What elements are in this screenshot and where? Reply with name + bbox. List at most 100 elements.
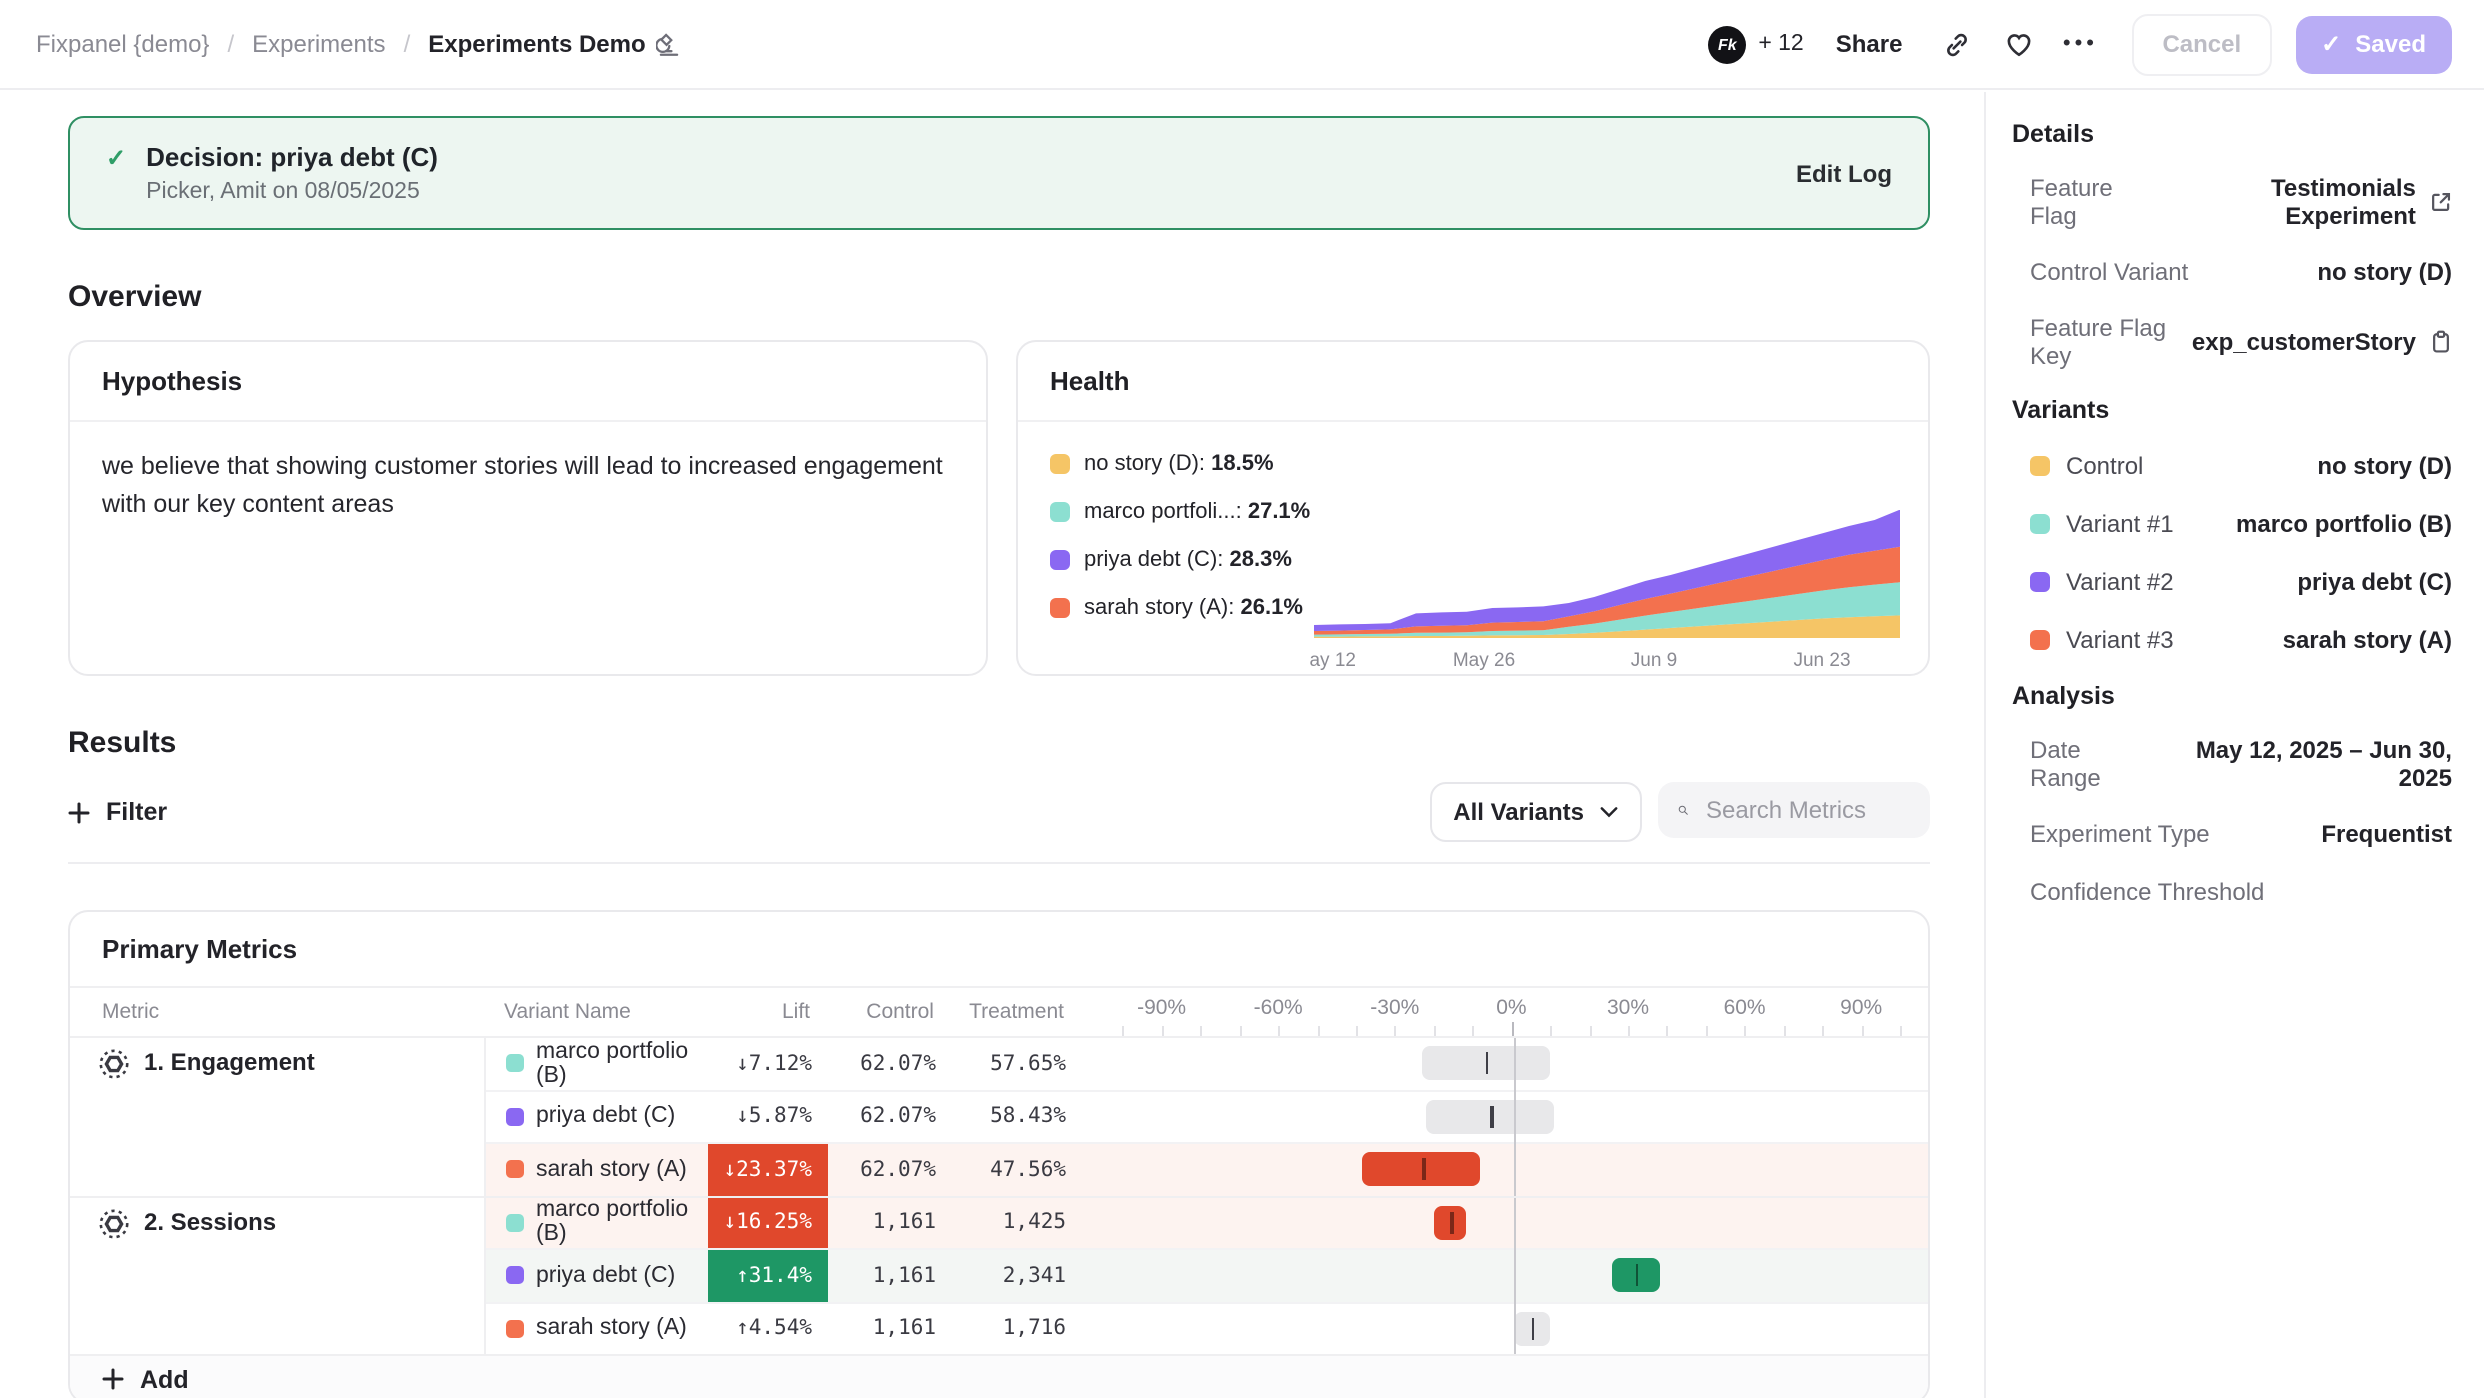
breadcrumb-separator: / [227, 30, 234, 58]
main-content: ✓ Decision: priya debt (C) Picker, Amit … [0, 92, 1984, 1398]
more-menu-icon[interactable]: ••• [2058, 22, 2102, 66]
axis-tick [1317, 1026, 1319, 1036]
breadcrumb: Fixpanel {demo} / Experiments / Experime… [36, 30, 682, 58]
axis-tick [1356, 1026, 1358, 1036]
legend-label: marco portfoli...: 27.1% [1084, 500, 1310, 524]
confidence-interval-plot [1082, 1091, 1928, 1142]
col-variant-name: Variant Name [484, 1000, 706, 1024]
breadcrumb-project[interactable]: Fixpanel {demo} [36, 30, 209, 58]
favorite-heart-icon[interactable] [1996, 22, 2040, 66]
legend-label: sarah story (A): 26.1% [1084, 596, 1303, 620]
variant-name-cell: sarah story (A) [486, 1144, 708, 1195]
variant-name: marco portfolio (B) [536, 1199, 708, 1247]
confidence-interval-plot [1082, 1250, 1928, 1301]
breadcrumb-separator: / [404, 30, 411, 58]
metric-group: 1. Engagement marco portfolio (B) ↓7.12% 62… [70, 1038, 1928, 1195]
avatar[interactable]: Fk [1708, 25, 1746, 63]
breadcrumb-experiments[interactable]: Experiments [252, 30, 385, 58]
variants-filter-dropdown[interactable]: All Variants [1429, 782, 1642, 842]
decision-banner: ✓ Decision: priya debt (C) Picker, Amit … [68, 116, 1930, 230]
control-variant-value: no story (D) [2317, 258, 2452, 286]
saved-button[interactable]: ✓ Saved [2295, 15, 2452, 73]
metric-cell[interactable]: 2. Sessions [70, 1197, 484, 1354]
treatment-value: 47.56% [956, 1144, 1082, 1195]
variant-row[interactable]: sarah story (A)↑4.54%1,1611,716 [486, 1303, 1928, 1354]
axis-tick [1861, 1026, 1863, 1036]
variant-name: priya debt (C) [536, 1105, 675, 1129]
metric-cell[interactable]: 1. Engagement [70, 1038, 484, 1195]
collaborators-count[interactable]: + 12 [1758, 32, 1803, 56]
add-filter-button[interactable]: Filter [68, 798, 167, 826]
axis-tick [1511, 1022, 1513, 1036]
treatment-value: 1,425 [956, 1197, 1082, 1248]
treatment-value: 2,341 [956, 1250, 1082, 1301]
hypothesis-title: Hypothesis [70, 342, 986, 422]
control-value: 62.07% [828, 1144, 956, 1195]
feature-flag-key-row: Feature Flag Key exp_customerStory [2012, 314, 2452, 370]
variant-swatch [506, 1108, 524, 1126]
ci-bar [1362, 1152, 1481, 1186]
variant-swatch [506, 1267, 524, 1285]
lift-cell: ↓23.37% [708, 1144, 828, 1195]
lift-value: ↑4.54% [736, 1317, 812, 1341]
col-metric: Metric [70, 1000, 484, 1024]
search-metrics-input[interactable] [1702, 794, 1910, 826]
edit-log-button[interactable]: Edit Log [1796, 159, 1892, 187]
variant-row[interactable]: marco portfolio (B)↓7.12%62.07%57.65% [486, 1038, 1928, 1091]
details-section: Details Feature Flag Testimonials Experi… [2012, 120, 2452, 370]
variant-row[interactable]: sarah story (A)↓23.37%62.07%47.56% [486, 1144, 1928, 1195]
variant-name: marco portfolio (B) [536, 1040, 708, 1088]
share-button[interactable]: Share [1836, 30, 1903, 58]
axis-tick [1550, 1026, 1552, 1036]
lift-cell: ↑4.54% [708, 1303, 828, 1354]
variant-rows: marco portfolio (B)↓7.12%62.07%57.65%pri… [484, 1038, 1928, 1195]
variant-swatch [2030, 630, 2050, 650]
variant-row-control: Control no story (D) [2012, 450, 2452, 482]
variant-row[interactable]: priya debt (C)↑31.4%1,1612,341 [486, 1250, 1928, 1303]
axis-tick [1706, 1026, 1708, 1036]
control-variant-row: Control Variant no story (D) [2012, 256, 2452, 288]
lift-value: ↑31.4% [736, 1264, 812, 1288]
x-axis-label: May 26 [1453, 650, 1515, 671]
variants-section: Variants Control no story (D) Variant #1… [2012, 396, 2452, 656]
table-header: Metric Variant Name Lift Control Treatme… [70, 988, 1928, 1038]
variant-name-cell: sarah story (A) [486, 1303, 708, 1354]
plus-icon [68, 801, 90, 823]
cancel-button[interactable]: Cancel [2132, 13, 2271, 75]
lift-marker [1486, 1052, 1489, 1074]
lift-cell: ↓16.25% [708, 1197, 828, 1248]
copy-link-icon[interactable] [1934, 22, 1978, 66]
axis-tick [1628, 1026, 1630, 1036]
axis-tick [1434, 1026, 1436, 1036]
variant-rows: marco portfolio (B)↓16.25%1,1611,425priy… [484, 1197, 1928, 1354]
clipboard-copy-icon[interactable] [2430, 330, 2452, 354]
lift-axis-ruler: -90%-60%-30%0%30%60%90% [1080, 988, 1928, 1036]
variant-row[interactable]: marco portfolio (B)↓16.25%1,1611,425 [486, 1197, 1928, 1250]
variant-row[interactable]: priya debt (C)↓5.87%62.07%58.43% [486, 1091, 1928, 1144]
metric-name: 1. Engagement [144, 1048, 315, 1076]
lift-value: ↓7.12% [736, 1052, 812, 1076]
control-value: 1,161 [828, 1197, 956, 1248]
check-icon: ✓ [2321, 30, 2341, 58]
variant-row-2: Variant #2 priya debt (C) [2012, 566, 2452, 598]
x-axis-label: May 12 [1310, 650, 1356, 671]
external-link-icon[interactable] [2430, 190, 2452, 214]
decision-subtitle: Picker, Amit on 08/05/2025 [146, 180, 438, 204]
legend-swatch [1050, 598, 1070, 618]
health-title: Health [1018, 342, 1928, 422]
legend-swatch [1050, 550, 1070, 570]
treatment-value: 58.43% [956, 1091, 1082, 1142]
axis-tick [1162, 1026, 1164, 1036]
add-metric-button[interactable]: Add [70, 1354, 1928, 1398]
header-actions: Fk + 12 Share ••• Cancel ✓ Saved [1708, 13, 2452, 75]
legend-label: no story (D): 18.5% [1084, 452, 1274, 476]
lift-cell: ↓7.12% [708, 1038, 828, 1089]
legend-item: priya debt (C): 28.3% [1050, 548, 1310, 572]
control-value: 62.07% [828, 1038, 956, 1089]
variant-name: sarah story (A) [536, 1317, 687, 1341]
variant-name-cell: marco portfolio (B) [486, 1038, 708, 1089]
variant-swatch [506, 1320, 524, 1338]
axis-tick [1200, 1026, 1202, 1036]
legend-swatch [1050, 454, 1070, 474]
metric-name: 2. Sessions [144, 1207, 276, 1235]
